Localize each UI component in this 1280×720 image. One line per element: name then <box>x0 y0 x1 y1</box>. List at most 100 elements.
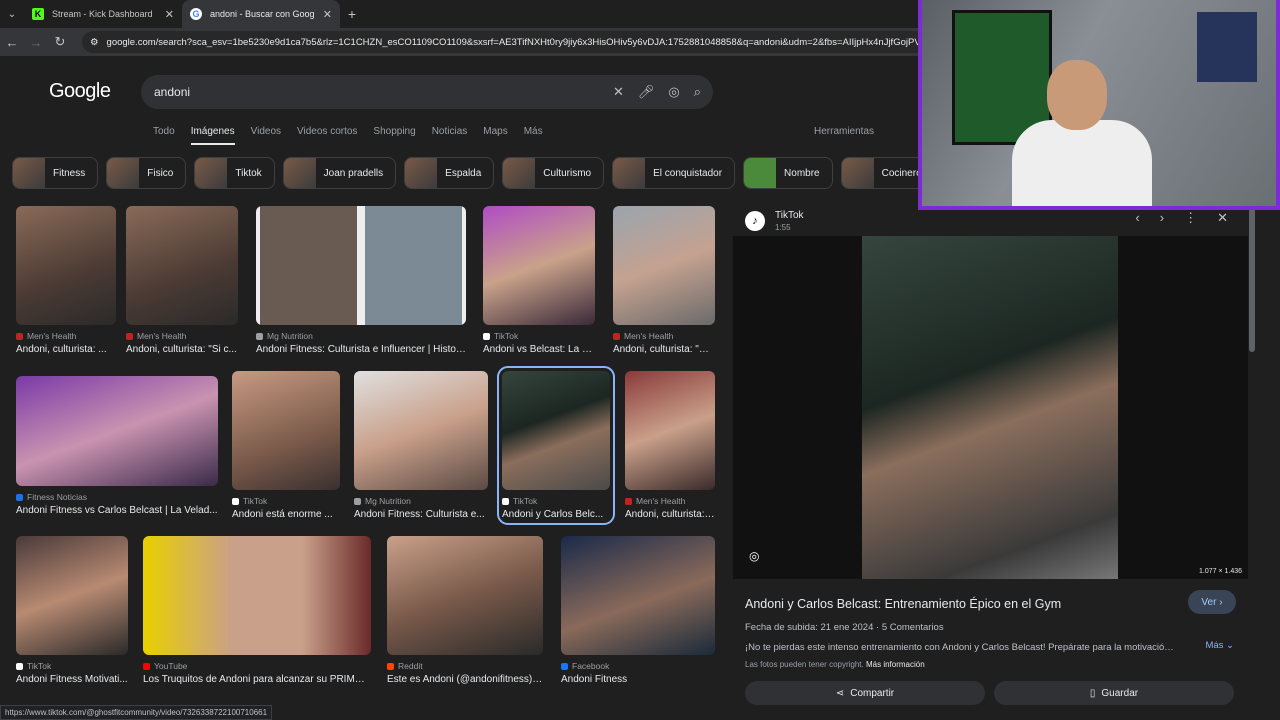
more-button[interactable]: Más ⌄ <box>1205 640 1234 651</box>
result-image <box>613 206 715 325</box>
chip-fisico[interactable]: Fisico <box>106 157 187 189</box>
result-card[interactable]: Mg Nutrition Andoni Fitness: Culturista … <box>256 206 466 355</box>
url-field[interactable]: ⚙ google.com/search?sca_esv=1be5230e9d1c… <box>82 31 942 53</box>
close-icon[interactable]: ✕ <box>165 8 174 21</box>
more-info-link[interactable]: Más información <box>866 660 925 669</box>
facebook-icon <box>561 662 568 670</box>
result-source: Mg Nutrition <box>354 496 488 506</box>
tab-videos[interactable]: Videos <box>251 126 281 145</box>
chip-nombre[interactable]: Nombre <box>743 157 833 189</box>
result-card[interactable]: Men's Health Andoni, culturista: ... <box>16 206 116 355</box>
lens-icon[interactable]: ◎ <box>749 549 759 563</box>
result-card[interactable]: Men's Health Andoni, culturista: "Si c..… <box>126 206 238 355</box>
result-card[interactable]: YouTube Los Truquitos de Andoni para alc… <box>143 536 371 685</box>
result-source: TikTok <box>16 661 128 671</box>
result-card[interactable]: TikTok Andoni vs Belcast: La V... <box>483 206 595 355</box>
result-image <box>256 206 466 325</box>
tab-imagenes[interactable]: Imágenes <box>190 126 235 145</box>
chevron-down-icon: ⌄ <box>1226 640 1234 651</box>
google-logo[interactable]: Google <box>49 80 111 103</box>
tiktok-icon <box>16 662 23 670</box>
tab-noticias[interactable]: Noticias <box>432 126 468 145</box>
result-card[interactable]: Facebook Andoni Fitness <box>561 536 715 685</box>
panel-description: ¡No te pierdas este intenso entrenamient… <box>745 642 1175 653</box>
source-icon <box>354 497 361 505</box>
chip-culturismo[interactable]: Culturismo <box>502 157 605 189</box>
tab-search-icon[interactable]: ⌄ <box>0 0 24 28</box>
preview-image[interactable]: ◎ 1.077 × 1.436 <box>733 236 1248 579</box>
search-icon[interactable]: ⌕ <box>694 84 701 100</box>
result-card[interactable]: Men's Health Andoni, culturista: ... <box>625 371 715 520</box>
scrollbar[interactable] <box>1249 202 1255 352</box>
chip-espalda[interactable]: Espalda <box>404 157 495 189</box>
result-caption: Andoni, culturista: ... <box>16 344 107 355</box>
save-label: Guardar <box>1101 687 1139 699</box>
result-image <box>354 371 488 490</box>
result-caption: Este es Andoni (@andonifitness). ... <box>387 674 543 685</box>
result-source: Fitness Noticias <box>16 492 218 502</box>
result-caption: Los Truquitos de Andoni para alcanzar su… <box>143 674 371 685</box>
chip-thumbnail <box>503 158 536 188</box>
tab-kick[interactable]: K Stream - Kick Dashboard ✕ <box>24 0 182 28</box>
preview-photo <box>862 236 1118 579</box>
result-image <box>502 371 610 490</box>
reddit-icon <box>387 662 394 670</box>
back-icon[interactable]: ← <box>0 35 24 50</box>
panel-source-name: TikTok <box>775 210 804 221</box>
panel-title[interactable]: Andoni y Carlos Belcast: Entrenamiento É… <box>745 597 1061 611</box>
chip-fitness[interactable]: Fitness <box>12 157 99 189</box>
panel-source[interactable]: ♪ TikTok 1:55 <box>745 210 804 232</box>
tab-google[interactable]: G andoni - Buscar con Google ✕ <box>182 0 340 28</box>
share-button[interactable]: ⋖ Compartir <box>745 681 985 705</box>
clear-icon[interactable]: ✕ <box>613 84 624 100</box>
result-card[interactable]: Reddit Este es Andoni (@andonifitness). … <box>387 536 543 685</box>
result-caption: Andoni Fitness: Culturista e Influencer … <box>256 344 466 355</box>
chip-tiktok[interactable]: Tiktok <box>194 157 275 189</box>
more-vert-icon[interactable]: ⋮ <box>1184 210 1197 226</box>
tab-todo[interactable]: Todo <box>153 126 175 145</box>
search-input[interactable]: andoni ✕ 🎤︎ ◎ ⌕ <box>141 75 713 109</box>
tab-videos-cortos[interactable]: Videos cortos <box>297 126 357 145</box>
chip-label: Tiktok <box>235 167 262 179</box>
image-dimensions: 1.077 × 1.436 <box>1198 568 1242 575</box>
lens-icon[interactable]: ◎ <box>668 84 679 100</box>
chip-joan-pradells[interactable]: Joan pradells <box>282 157 397 189</box>
close-icon[interactable]: ✕ <box>1217 210 1228 226</box>
chip-el-conquistador[interactable]: El conquistador <box>612 157 736 189</box>
result-card[interactable]: Mg Nutrition Andoni Fitness: Culturista … <box>354 371 488 520</box>
tab-shopping[interactable]: Shopping <box>373 126 415 145</box>
reload-icon[interactable]: ↻ <box>48 34 72 50</box>
tiktok-icon <box>232 497 239 505</box>
chip-label: Fisico <box>147 167 174 179</box>
forward-icon[interactable]: → <box>24 35 48 50</box>
source-icon <box>625 497 632 505</box>
tools-button[interactable]: Herramientas <box>814 126 874 137</box>
tiktok-icon: ♪ <box>745 211 765 231</box>
result-caption: Andoni Fitness: Culturista e... <box>354 509 485 520</box>
close-icon[interactable]: ✕ <box>323 8 332 21</box>
result-card[interactable]: TikTok Andoni está enorme ... <box>232 371 340 520</box>
upload-date: Fecha de subida: 21 ene 2024 <box>745 622 874 633</box>
chip-label: Culturismo <box>543 167 592 179</box>
microphone-icon[interactable]: 🎤︎ <box>638 84 655 100</box>
tab-maps[interactable]: Maps <box>483 126 507 145</box>
result-card[interactable]: TikTok Andoni Fitness Motivati... <box>16 536 128 685</box>
result-source: TikTok <box>502 496 610 506</box>
jersey-frame <box>1197 12 1257 82</box>
result-card[interactable]: Men's Health Andoni, culturista: "Si... <box>613 206 715 355</box>
share-icon: ⋖ <box>835 687 845 699</box>
tab-title: Stream - Kick Dashboard <box>52 9 153 19</box>
site-info-icon[interactable]: ⚙ <box>90 37 99 48</box>
chevron-left-icon[interactable]: ‹ <box>1135 210 1139 226</box>
share-label: Compartir <box>850 687 895 699</box>
result-card[interactable]: Fitness Noticias Andoni Fitness vs Carlo… <box>16 376 218 516</box>
result-card-selected[interactable]: TikTok Andoni y Carlos Belc... <box>497 366 615 525</box>
new-tab-icon[interactable]: + <box>340 0 364 28</box>
result-caption: Andoni Fitness Motivati... <box>16 674 128 685</box>
save-button[interactable]: ▯ Guardar <box>994 681 1234 705</box>
chevron-right-icon[interactable]: › <box>1160 210 1164 226</box>
view-button[interactable]: Ver › <box>1188 590 1236 614</box>
comments-count: 5 Comentarios <box>881 622 944 633</box>
result-image <box>16 536 128 655</box>
tab-mas[interactable]: Más <box>524 126 543 145</box>
